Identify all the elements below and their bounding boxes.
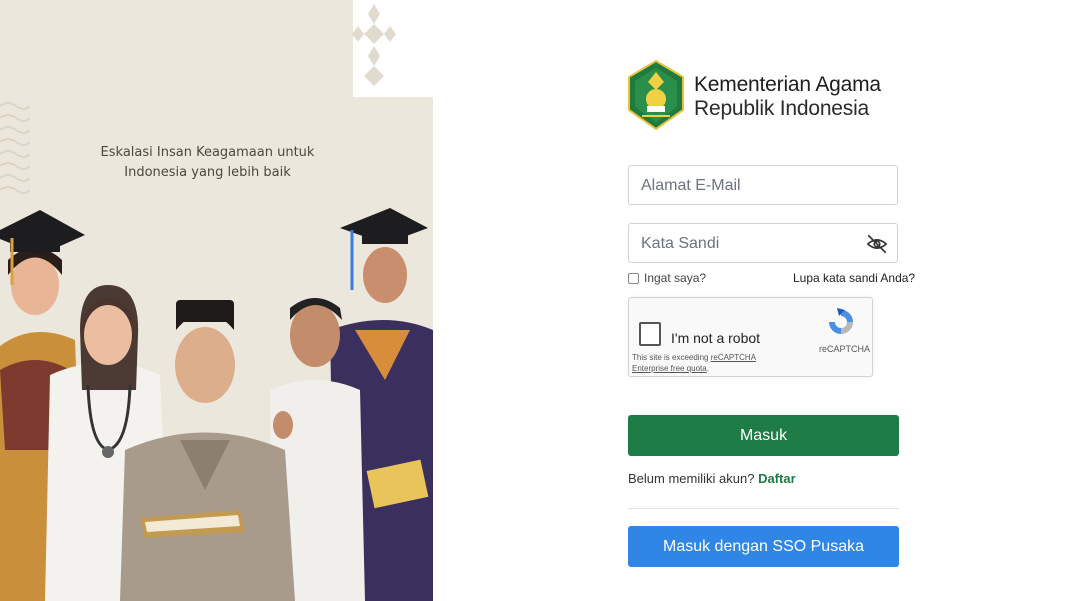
kemenag-emblem-icon [628, 60, 684, 130]
hero-line-pattern [0, 102, 30, 194]
hero-tagline-line1: Eskalasi Insan Keagamaan untuk [100, 145, 315, 160]
hero-panel: Eskalasi Insan Keagamaan untuk Indonesia… [0, 0, 433, 601]
forgot-password-link[interactable]: Lupa kata sandi Anda? [793, 271, 915, 285]
remember-me[interactable]: Ingat saya? [628, 271, 706, 285]
recaptcha-brand: reCAPTCHA [819, 344, 871, 354]
recaptcha-note-prefix: This site is exceeding [632, 353, 711, 362]
recaptcha-quota-note: This site is exceeding reCAPTCHA Enterpr… [632, 352, 772, 374]
eye-off-icon[interactable] [866, 233, 888, 255]
recaptcha-checkbox[interactable] [639, 322, 661, 346]
register-link[interactable]: Daftar [758, 471, 796, 486]
password-input[interactable] [639, 225, 863, 263]
login-button[interactable]: Masuk [628, 415, 899, 456]
brand-title: Kementerian Agama [694, 73, 881, 96]
email-input[interactable] [639, 167, 863, 205]
register-prompt-text: Belum memiliki akun? [628, 471, 755, 486]
hero-tagline: Eskalasi Insan Keagamaan untuk Indonesia… [100, 143, 315, 183]
email-field-wrapper [628, 165, 898, 205]
password-field-wrapper [628, 223, 898, 263]
muslim-man-figure [120, 300, 295, 601]
ornament-pattern-icon [352, 4, 396, 86]
hero-tagline-line2: Indonesia yang lebih baik [124, 165, 291, 180]
brand-subtitle: Republik Indonesia [694, 97, 870, 120]
remember-label: Ingat saya? [644, 271, 707, 285]
hero-people-illustration [0, 208, 433, 601]
recaptcha-widget: I'm not a robot This site is exceeding r… [628, 297, 873, 377]
recaptcha-label: I'm not a robot [671, 330, 761, 346]
recaptcha-note-suffix: . [706, 364, 709, 373]
divider [628, 508, 899, 509]
recaptcha-logo-icon [829, 308, 853, 334]
register-prompt: Belum memiliki akun? Daftar [628, 471, 796, 486]
sso-login-button[interactable]: Masuk dengan SSO Pusaka [628, 526, 899, 567]
remember-checkbox[interactable] [628, 272, 639, 284]
